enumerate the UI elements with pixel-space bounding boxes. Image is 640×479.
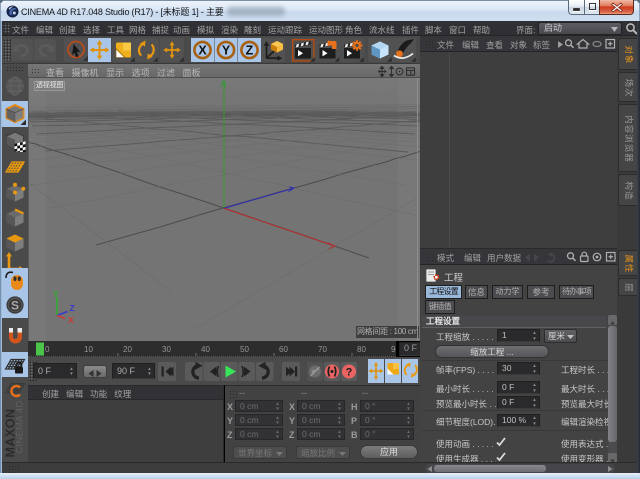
- svg-text:Z: Z: [70, 303, 75, 313]
- svg-text:90: 90: [391, 345, 396, 354]
- svg-text:S: S: [11, 299, 19, 313]
- svg-text:30: 30: [162, 345, 171, 354]
- svg-text:0: 0: [45, 345, 50, 354]
- svg-text:X: X: [68, 315, 74, 325]
- svg-text:X: X: [198, 43, 207, 57]
- svg-text:80: 80: [357, 345, 366, 354]
- svg-text:60: 60: [279, 345, 288, 354]
- svg-text:10: 10: [84, 345, 93, 354]
- svg-text:Y: Y: [53, 290, 59, 299]
- svg-text:40: 40: [201, 345, 210, 354]
- svg-text:70: 70: [318, 345, 327, 354]
- svg-text:50: 50: [240, 345, 249, 354]
- svg-text:?: ?: [346, 367, 353, 379]
- svg-text:20: 20: [123, 345, 132, 354]
- svg-text:Z: Z: [246, 43, 254, 57]
- svg-text:Y: Y: [222, 43, 231, 57]
